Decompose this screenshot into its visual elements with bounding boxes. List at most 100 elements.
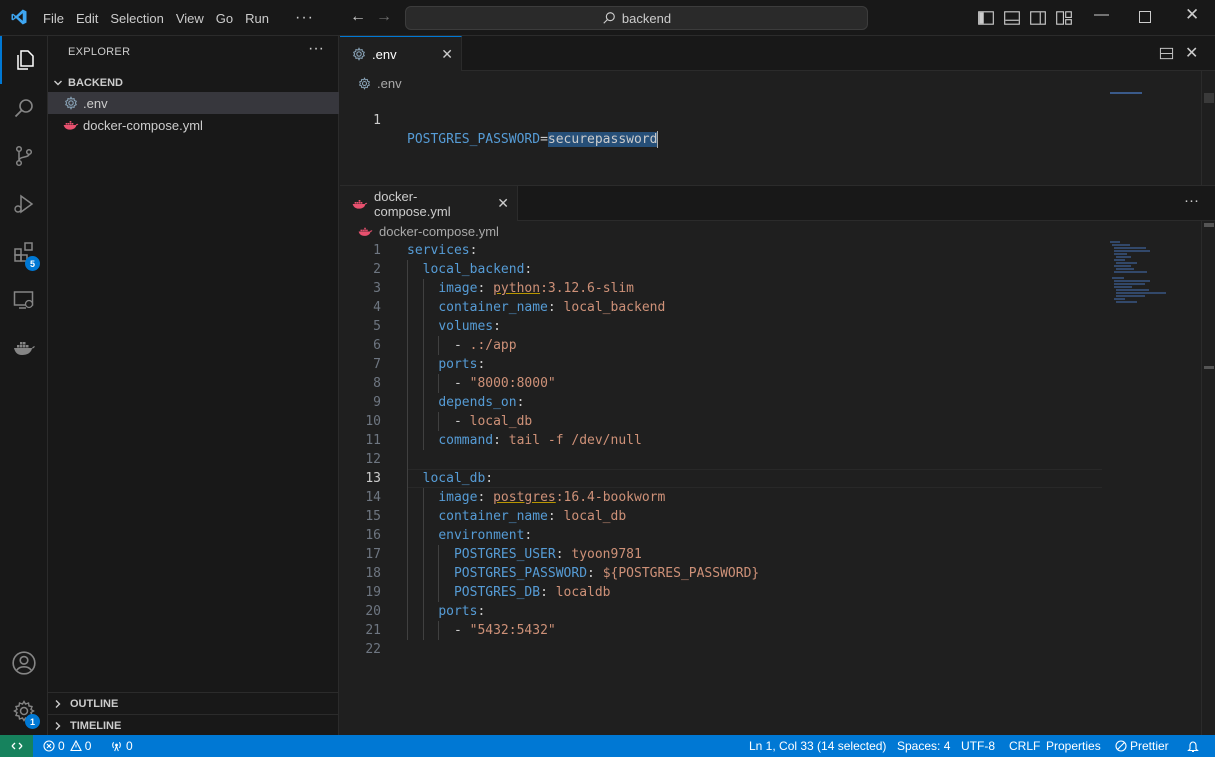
code-line: 16 environment: — [340, 526, 1115, 545]
explorer-more-button[interactable]: ··· — [308, 40, 324, 58]
scrollbar-thumb[interactable] — [1204, 93, 1214, 103]
menu-view[interactable]: View — [176, 11, 212, 26]
menu-selection[interactable]: Selection — [110, 11, 171, 26]
accounts-activity[interactable] — [0, 639, 48, 687]
tab-docker-compose[interactable]: docker-compose.yml ✕ — [340, 186, 518, 221]
yaml-punct: : — [524, 262, 533, 277]
env-value-selected: securepassword — [547, 132, 658, 147]
eol-setting[interactable]: CRLF — [1009, 735, 1040, 757]
docker-icon — [14, 342, 35, 355]
command-center-search[interactable]: backend — [405, 6, 868, 30]
menu-bar: File Edit Selection View Go Run ··· — [43, 0, 326, 36]
scrollbar-marker — [1204, 223, 1214, 227]
indentation-setting[interactable]: Spaces: 4 — [897, 735, 950, 757]
source-control-activity[interactable] — [0, 132, 48, 180]
minimap-docker-compose[interactable] — [1110, 241, 1170, 307]
yaml-punct: : — [540, 585, 556, 600]
outline-section-header[interactable]: OUTLINE — [48, 692, 339, 714]
yaml-punct: : — [493, 433, 509, 448]
forward-arrow-icon[interactable]: → — [376, 8, 392, 26]
remote-explorer-activity[interactable] — [0, 276, 48, 324]
tab-env[interactable]: .env ✕ — [340, 36, 462, 71]
line-number: 4 — [373, 300, 381, 315]
current-line-highlight — [407, 469, 1102, 488]
prettier-status[interactable]: Prettier — [1115, 735, 1169, 757]
line-number: 1 — [373, 243, 381, 258]
yaml-punct: : — [469, 243, 478, 258]
account-icon — [12, 651, 36, 675]
timeline-section-header[interactable]: TIMELINE — [48, 714, 339, 736]
line-text: - "8000:8000" — [407, 374, 556, 393]
line-number: 3 — [373, 281, 381, 296]
toggle-panel-icon[interactable] — [1003, 9, 1021, 27]
yaml-value: :3.12.6-slim — [540, 281, 634, 296]
back-arrow-icon[interactable]: ← — [350, 8, 366, 26]
minimap-env[interactable] — [1110, 92, 1170, 94]
breadcrumb-label[interactable]: docker-compose.yml — [379, 224, 499, 239]
scrollbar-docker-compose[interactable] — [1201, 221, 1215, 736]
line-text: depends_on: — [407, 393, 524, 412]
gear-icon — [63, 95, 79, 111]
line-number: 21 — [365, 623, 381, 638]
search-activity[interactable] — [0, 84, 48, 132]
problems-indicator[interactable]: 0 0 — [43, 735, 91, 757]
close-editor-group-icon[interactable]: ✕ — [1185, 43, 1198, 63]
maximize-icon[interactable] — [1139, 11, 1151, 23]
menu-edit[interactable]: Edit — [76, 11, 106, 26]
close-window-icon[interactable]: ✕ — [1185, 5, 1199, 25]
scrollbar-env[interactable] — [1201, 71, 1215, 185]
yaml-value: local_backend — [563, 300, 666, 315]
status-bar: 0 0 0 Ln 1, Col 33 (14 selected) Spaces:… — [0, 735, 1215, 757]
yaml-punct: : — [547, 300, 564, 315]
language-mode[interactable]: Properties — [1046, 735, 1101, 757]
code-line: 15 container_name: local_db — [340, 507, 1115, 526]
customize-layout-icon[interactable] — [1055, 9, 1073, 27]
file-item-docker-compose[interactable]: docker-compose.yml — [48, 114, 339, 136]
editor-group-docker-compose: docker-compose.yml ✕ ··· docker-compose.… — [340, 185, 1215, 736]
explorer-activity[interactable] — [0, 36, 48, 84]
vscode-logo-icon — [11, 9, 27, 25]
minimize-icon[interactable]: — — [1094, 6, 1109, 23]
menu-file[interactable]: File — [43, 11, 72, 26]
warning-icon — [69, 740, 82, 752]
line-number: 22 — [365, 642, 381, 657]
yaml-punct: - — [453, 414, 470, 429]
yaml-value: tail -f /dev/null — [508, 433, 642, 448]
notifications-button[interactable] — [1187, 735, 1202, 757]
ports-indicator[interactable]: 0 — [110, 735, 133, 757]
yaml-value: .:/app — [469, 338, 517, 353]
close-tab-icon[interactable]: ✕ — [441, 46, 453, 63]
menu-more-button[interactable]: ··· — [295, 9, 322, 27]
close-tab-icon[interactable]: ✕ — [497, 195, 509, 212]
file-item-env[interactable]: .env — [48, 92, 339, 114]
docker-file-icon — [352, 197, 368, 211]
code-line: 2 local_backend: — [340, 260, 1115, 279]
yaml-value: local_db — [469, 414, 533, 429]
line-number: 19 — [365, 585, 381, 600]
menu-run[interactable]: Run — [245, 11, 277, 26]
code-env[interactable]: 1 POSTGRES_PASSWORD=securepassword — [340, 92, 1115, 148]
yaml-key: POSTGRES_DB — [453, 585, 541, 600]
yaml-key: environment — [438, 528, 525, 543]
extensions-activity[interactable]: 5 — [0, 228, 48, 276]
docker-activity[interactable] — [0, 324, 48, 372]
manage-activity[interactable]: 1 — [0, 687, 48, 735]
breadcrumb-label[interactable]: .env — [377, 76, 402, 91]
remote-indicator[interactable] — [0, 735, 33, 757]
editor-more-button[interactable]: ··· — [1184, 192, 1199, 209]
minimap-line — [1114, 253, 1128, 255]
menu-go[interactable]: Go — [216, 11, 241, 26]
line-text: POSTGRES_PASSWORD=securepassword — [407, 130, 659, 149]
run-debug-activity[interactable] — [0, 180, 48, 228]
yaml-value: tyoon9781 — [571, 547, 642, 562]
split-editor-icon[interactable] — [1159, 46, 1174, 61]
toggle-primary-sidebar-icon[interactable] — [977, 9, 995, 27]
minimap-line — [1116, 289, 1149, 291]
breadcrumb-docker-compose: docker-compose.yml — [358, 222, 499, 240]
cursor-position[interactable]: Ln 1, Col 33 (14 selected) — [749, 735, 886, 757]
toggle-secondary-sidebar-icon[interactable] — [1029, 9, 1047, 27]
folder-backend[interactable]: BACKEND — [48, 72, 339, 94]
yaml-key: image — [438, 490, 478, 505]
encoding-setting[interactable]: UTF-8 — [961, 735, 995, 757]
code-docker-compose[interactable]: 1 services: 2 local_backend: 3 image: pytho… — [340, 241, 1115, 659]
